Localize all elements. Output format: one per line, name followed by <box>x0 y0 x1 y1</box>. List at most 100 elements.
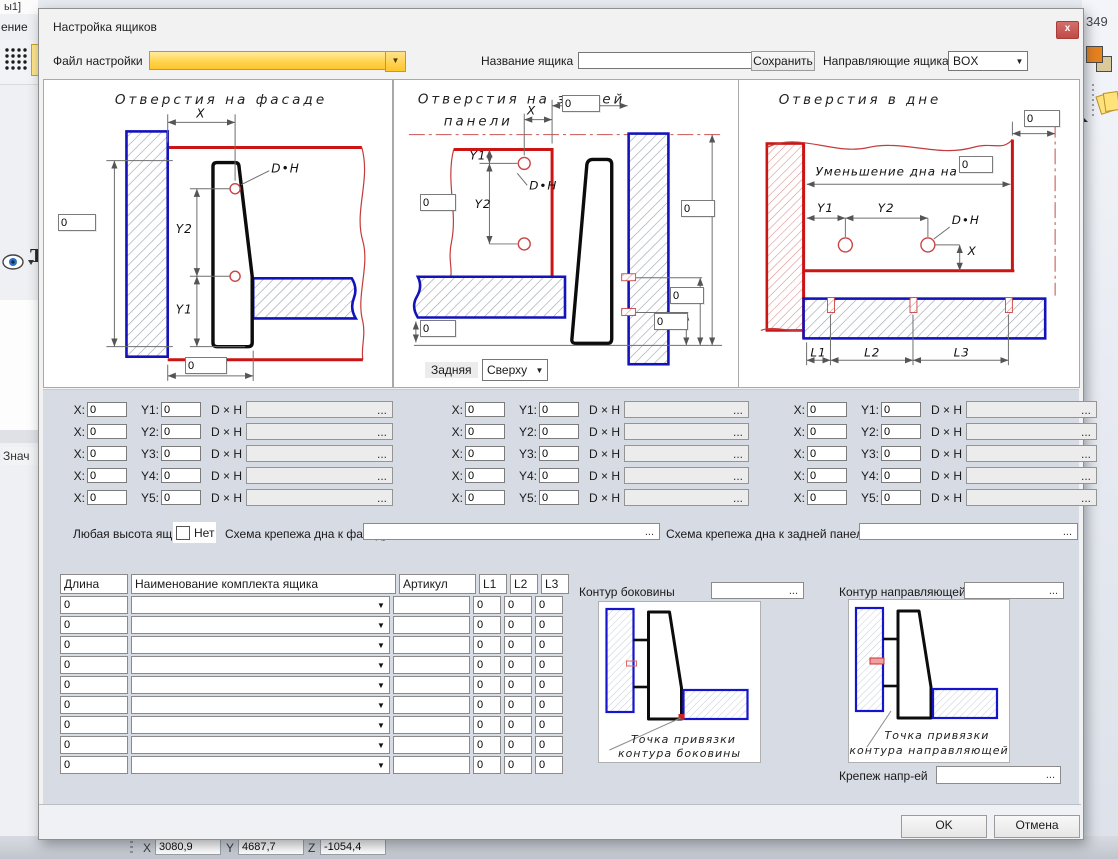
x-input[interactable] <box>87 490 127 505</box>
dh-field[interactable]: ... <box>966 401 1097 418</box>
length-input[interactable] <box>60 736 128 754</box>
l2-input[interactable] <box>504 596 532 614</box>
y-input[interactable] <box>161 490 201 505</box>
x-input[interactable] <box>465 424 505 439</box>
x-input[interactable] <box>87 424 127 439</box>
browse-dots[interactable]: ... <box>733 447 743 461</box>
drawer-set-combobox[interactable]: ▼ <box>131 656 390 674</box>
l2-input[interactable] <box>504 736 532 754</box>
back-left-input[interactable] <box>420 194 456 211</box>
dh-field[interactable]: ... <box>246 423 393 440</box>
l1-input[interactable] <box>473 596 501 614</box>
browse-dots[interactable]: ... <box>377 447 387 461</box>
chevron-down-icon[interactable]: ▼ <box>373 601 389 610</box>
browse-dots[interactable]: ... <box>377 425 387 439</box>
article-input[interactable] <box>393 696 470 714</box>
chevron-down-icon[interactable]: ▼ <box>373 621 389 630</box>
l3-input[interactable] <box>535 616 563 634</box>
dh-field[interactable]: ... <box>246 489 393 506</box>
drawer-name-input[interactable] <box>578 52 754 69</box>
chevron-down-icon[interactable]: ▼ <box>373 701 389 710</box>
l2-input[interactable] <box>504 756 532 774</box>
chevron-down-icon[interactable]: ▼ <box>385 51 406 72</box>
dh-field[interactable]: ... <box>966 467 1097 484</box>
chevron-down-icon[interactable]: ▼ <box>373 641 389 650</box>
y-input[interactable] <box>881 468 921 483</box>
article-input[interactable] <box>393 636 470 654</box>
drawer-set-input[interactable] <box>132 758 373 772</box>
side-contour-field[interactable]: ... <box>711 582 804 599</box>
browse-dots[interactable]: ... <box>1063 526 1072 538</box>
background-menu-item[interactable]: ение <box>1 20 28 34</box>
dh-field[interactable]: ... <box>966 445 1097 462</box>
article-input[interactable] <box>393 716 470 734</box>
length-input[interactable] <box>60 676 128 694</box>
article-input[interactable] <box>393 616 470 634</box>
y-input[interactable] <box>539 446 579 461</box>
x-input[interactable] <box>87 468 127 483</box>
browse-dots[interactable]: ... <box>1081 491 1091 505</box>
rail-contour-field[interactable]: ... <box>964 582 1064 599</box>
back-screw2-input[interactable] <box>654 313 688 330</box>
browse-dots[interactable]: ... <box>1049 585 1058 597</box>
browse-dots[interactable]: ... <box>645 526 654 538</box>
drawer-set-input[interactable] <box>132 698 373 712</box>
browse-dots[interactable]: ... <box>377 469 387 483</box>
dh-field[interactable]: ... <box>246 467 393 484</box>
chevron-down-icon[interactable]: ▼ <box>532 366 547 375</box>
scheme-facade-field[interactable]: ... <box>363 523 660 540</box>
browse-dots[interactable]: ... <box>1081 425 1091 439</box>
length-input[interactable] <box>60 656 128 674</box>
article-input[interactable] <box>393 596 470 614</box>
y-input[interactable] <box>161 468 201 483</box>
browse-dots[interactable]: ... <box>1046 769 1055 781</box>
drawer-set-input[interactable] <box>132 678 373 692</box>
l3-input[interactable] <box>535 736 563 754</box>
drawer-set-combobox[interactable]: ▼ <box>131 676 390 694</box>
y-input[interactable] <box>161 446 201 461</box>
browse-dots[interactable]: ... <box>377 491 387 505</box>
browse-dots[interactable]: ... <box>377 403 387 417</box>
rail-fix-field[interactable]: ... <box>936 766 1061 784</box>
length-input[interactable] <box>60 596 128 614</box>
dh-field[interactable]: ... <box>624 467 749 484</box>
back-screw1-input[interactable] <box>670 287 704 304</box>
dh-field[interactable]: ... <box>966 489 1097 506</box>
save-button[interactable]: Сохранить <box>751 51 815 71</box>
drawer-set-input[interactable] <box>132 658 373 672</box>
facade-height-input[interactable] <box>58 214 96 231</box>
x-input[interactable] <box>87 446 127 461</box>
dh-field[interactable]: ... <box>624 445 749 462</box>
x-input[interactable] <box>465 468 505 483</box>
l3-input[interactable] <box>535 696 563 714</box>
drawer-set-combobox[interactable]: ▼ <box>131 616 390 634</box>
l2-input[interactable] <box>504 616 532 634</box>
browse-dots[interactable]: ... <box>1081 447 1091 461</box>
dh-field[interactable]: ... <box>246 401 393 418</box>
bottom-reduce-input[interactable] <box>959 156 993 173</box>
l3-input[interactable] <box>535 596 563 614</box>
y-input[interactable] <box>881 402 921 417</box>
browse-dots[interactable]: ... <box>733 491 743 505</box>
l1-input[interactable] <box>473 636 501 654</box>
facade-offset-input[interactable] <box>185 357 227 374</box>
chevron-down-icon[interactable]: ▼ <box>1012 57 1027 66</box>
close-icon[interactable]: x <box>1056 21 1079 39</box>
length-input[interactable] <box>60 636 128 654</box>
browse-dots[interactable]: ... <box>733 469 743 483</box>
grip-dots-icon[interactable] <box>130 841 133 855</box>
browse-dots[interactable]: ... <box>733 403 743 417</box>
y-input[interactable] <box>881 490 921 505</box>
article-input[interactable] <box>393 656 470 674</box>
y-input[interactable] <box>161 402 201 417</box>
chevron-down-icon[interactable]: ▼ <box>373 741 389 750</box>
y-input[interactable] <box>539 402 579 417</box>
l2-input[interactable] <box>504 676 532 694</box>
browse-dots[interactable]: ... <box>1081 403 1091 417</box>
l2-input[interactable] <box>504 636 532 654</box>
drawer-set-input[interactable] <box>132 738 373 752</box>
y-input[interactable] <box>539 468 579 483</box>
l2-input[interactable] <box>504 716 532 734</box>
back-position-combobox[interactable]: Сверху ▼ <box>482 359 548 381</box>
length-input[interactable] <box>60 716 128 734</box>
